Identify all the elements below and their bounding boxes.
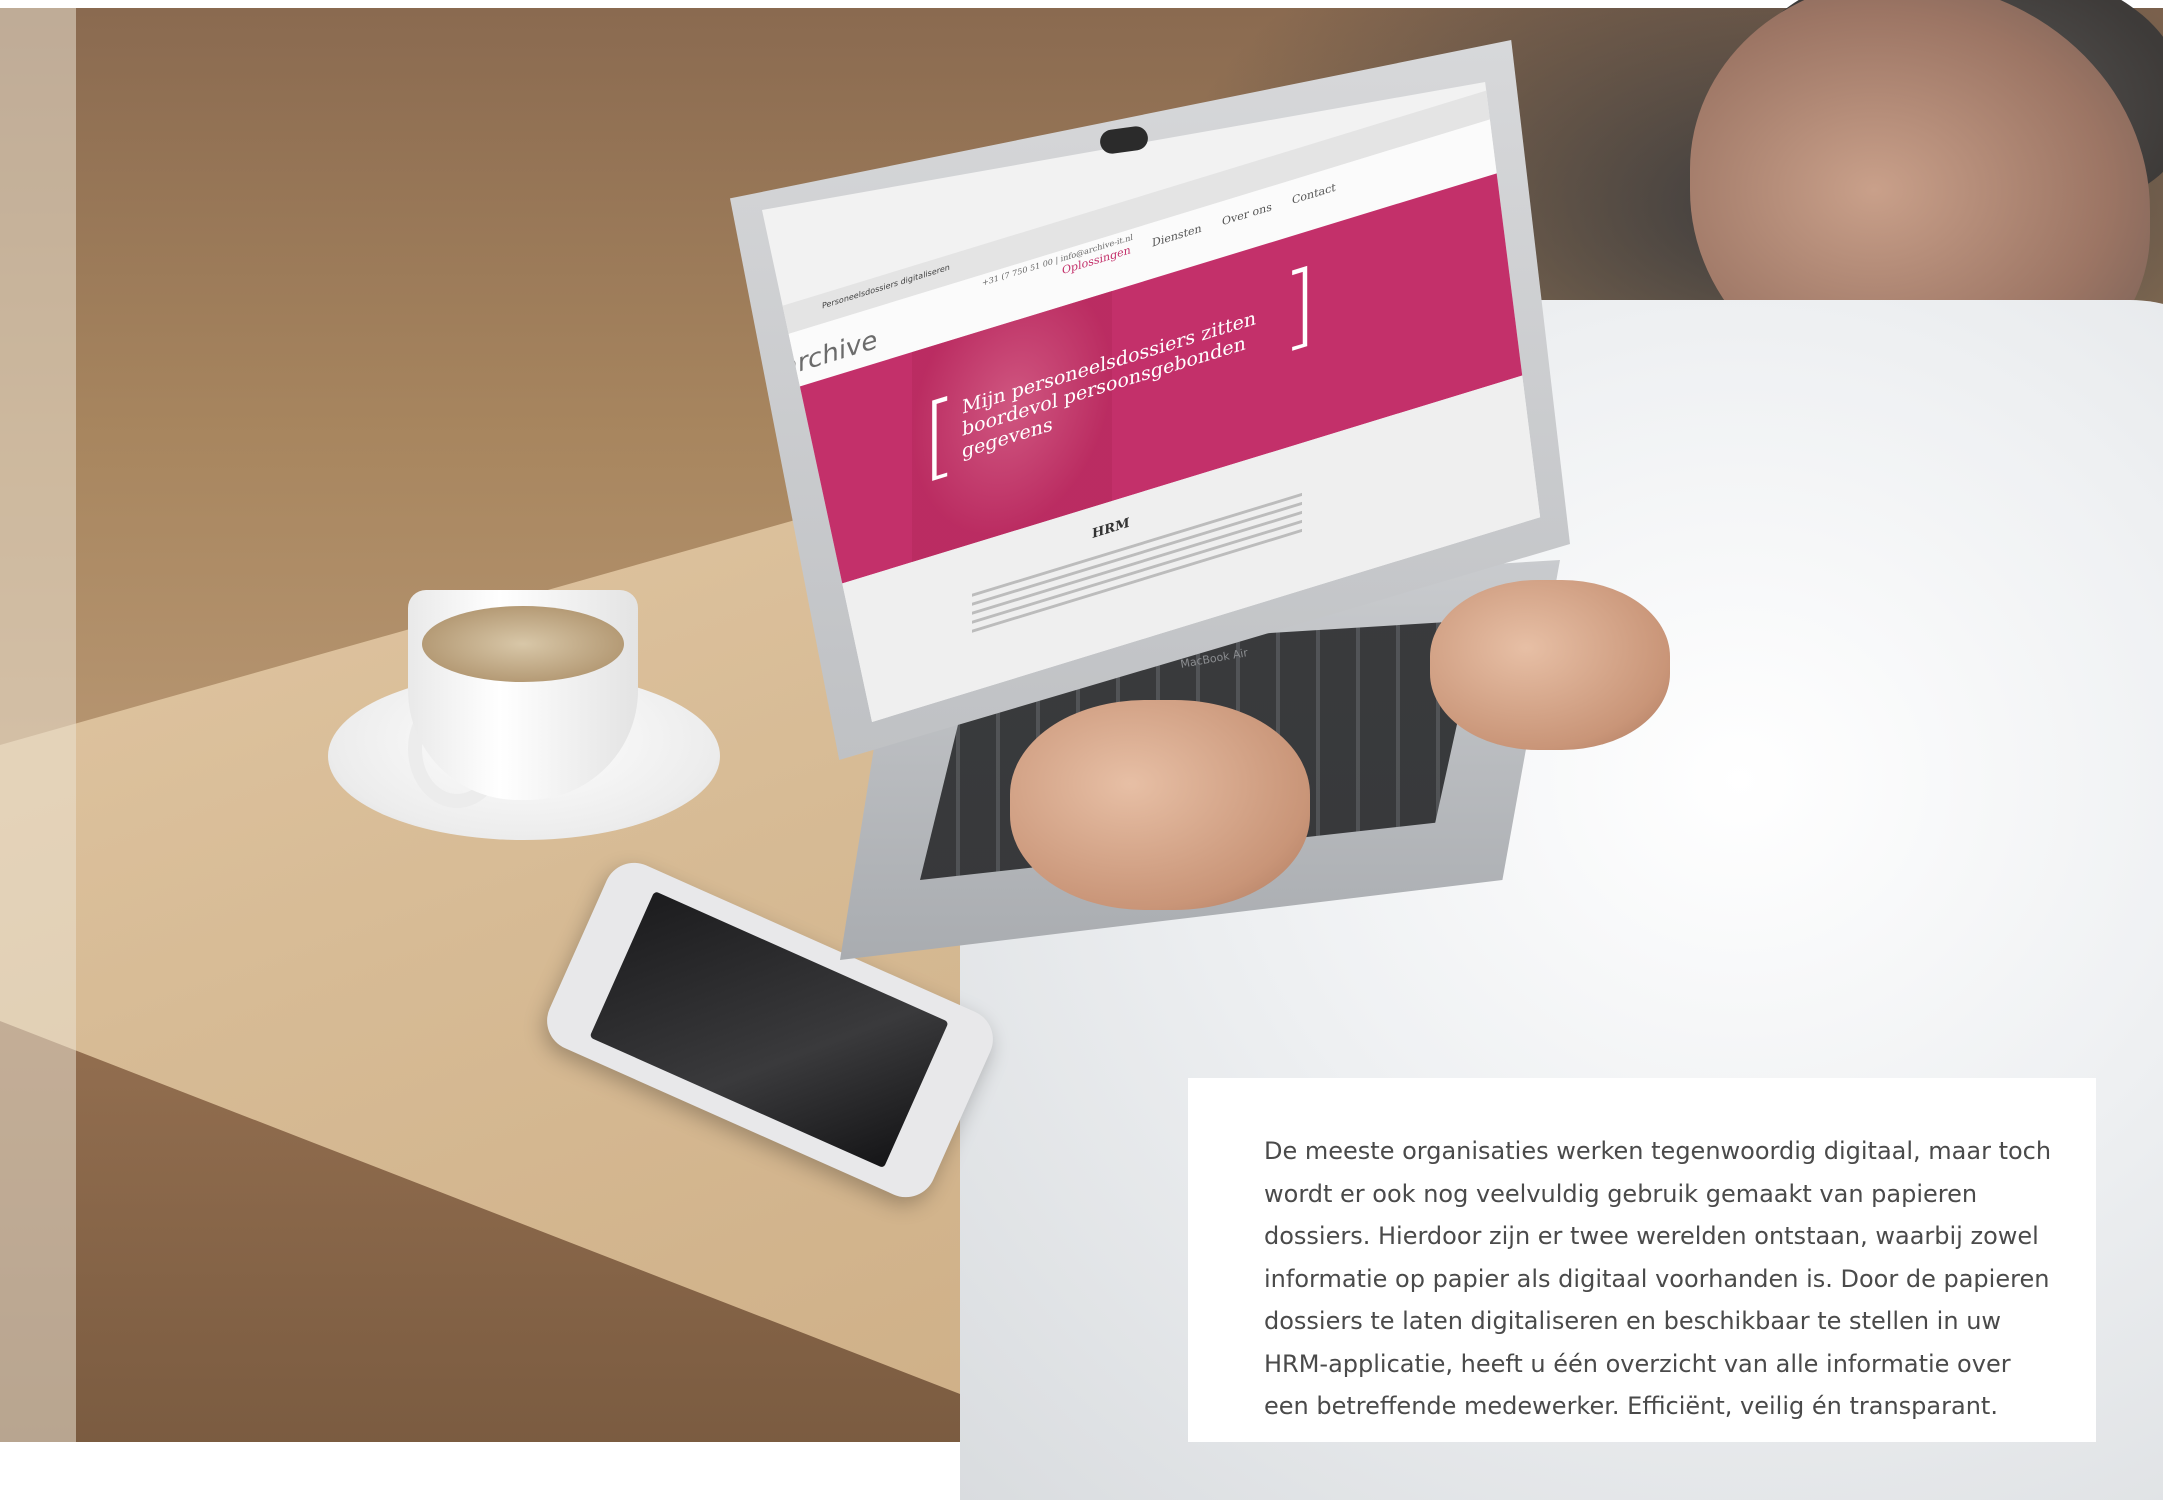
left-hand [1010, 700, 1310, 910]
nav-contact: Contact [1292, 180, 1336, 207]
coffee-surface [422, 606, 624, 682]
nav-diensten: Diensten [1152, 221, 1202, 250]
info-card-text: De meeste organisaties werken tegenwoord… [1264, 1137, 2052, 1420]
hrm-title: HRM [1092, 515, 1130, 543]
info-card: De meeste organisaties werken tegenwoord… [1188, 1078, 2096, 1442]
right-bracket-icon: ] [1282, 248, 1318, 365]
right-hand [1430, 580, 1670, 750]
nav-over-ons: Over ons [1222, 200, 1272, 229]
left-bracket-icon: [ [922, 378, 958, 495]
left-overlay-band [0, 8, 76, 1442]
